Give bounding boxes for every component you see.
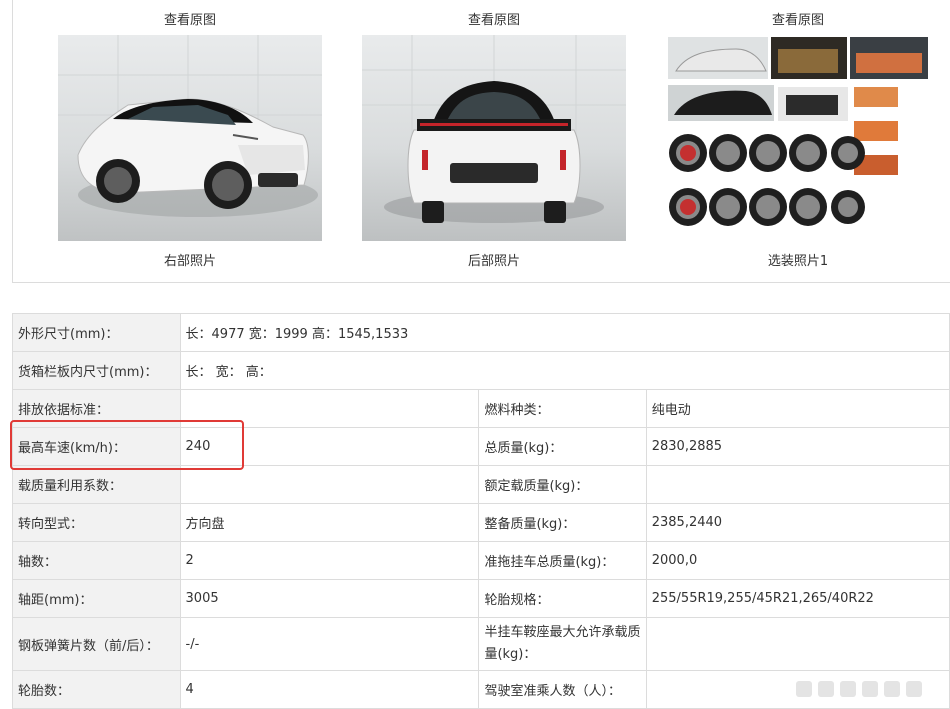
table-row: 轴数： 2 准拖挂车总质量(kg)： 2000,0 [12, 541, 950, 580]
view-original-link[interactable]: 查看原图 [58, 12, 322, 30]
gallery-item-optional: 查看原图 选装照片1 [666, 0, 930, 269]
spec-value: -/- [179, 617, 480, 671]
spec-label: 最高车速(km/h)： [12, 427, 181, 466]
spec-label: 半挂车鞍座最大允许承载质量(kg)： [478, 617, 647, 671]
spec-label: 准拖挂车总质量(kg)： [478, 541, 647, 580]
spec-value: 255/55R19,255/45R21,265/40R22 [645, 579, 950, 618]
view-original-link[interactable]: 查看原图 [666, 12, 930, 30]
gallery-item-rear: 查看原图 后部照片 [362, 0, 626, 269]
watermark [768, 674, 938, 704]
optional-equipment-photo[interactable] [666, 35, 930, 241]
spec-value: 240 [179, 427, 480, 466]
table-row: 外形尺寸(mm)： 长：4977 宽：1999 高：1545,1533 [12, 313, 950, 352]
spec-value [645, 617, 950, 671]
photo-caption: 选装照片1 [767, 254, 829, 269]
spec-value [179, 465, 480, 504]
spec-label: 燃料种类： [478, 389, 647, 428]
spec-label: 整备质量(kg)： [478, 503, 647, 542]
car-right-photo[interactable] [58, 35, 322, 241]
spec-label: 货箱栏板内尺寸(mm)： [12, 351, 181, 390]
table-row: 排放依据标准： 燃料种类： 纯电动 [12, 389, 950, 428]
photo-gallery: 查看原图 右部照片 查看原图 后部照片 查看原图 选装照片1 [12, 0, 950, 283]
spec-value: 2385,2440 [645, 503, 950, 542]
spec-label: 额定载质量(kg)： [478, 465, 647, 504]
spec-label: 排放依据标准： [12, 389, 181, 428]
spec-label: 轴数： [12, 541, 181, 580]
spec-label: 驾驶室准乘人数（人）： [478, 670, 647, 709]
table-row: 轴距(mm)： 3005 轮胎规格： 255/55R19,255/45R21,2… [12, 579, 950, 618]
table-row: 钢板弹簧片数（前/后）： -/- 半挂车鞍座最大允许承载质量(kg)： [12, 617, 950, 671]
photo-caption: 右部照片 [163, 254, 216, 269]
spec-value: 2830,2885 [645, 427, 950, 466]
spec-label: 轮胎规格： [478, 579, 647, 618]
table-row: 货箱栏板内尺寸(mm)： 长： 宽： 高： [12, 351, 950, 390]
spec-label: 外形尺寸(mm)： [12, 313, 181, 352]
spec-label: 载质量利用系数： [12, 465, 181, 504]
photo-caption: 后部照片 [467, 254, 520, 269]
spec-value: 方向盘 [179, 503, 480, 542]
spec-value [179, 389, 480, 428]
spec-label: 钢板弹簧片数（前/后）： [12, 617, 181, 671]
spec-value: 纯电动 [645, 389, 950, 428]
table-row: 转向型式： 方向盘 整备质量(kg)： 2385,2440 [12, 503, 950, 542]
spec-value: 长：4977 宽：1999 高：1545,1533 [179, 313, 950, 352]
spec-table: 外形尺寸(mm)： 长：4977 宽：1999 高：1545,1533 货箱栏板… [12, 313, 950, 709]
spec-value: 2000,0 [645, 541, 950, 580]
spec-value [645, 465, 950, 504]
spec-label: 轮胎数： [12, 670, 181, 709]
spec-value: 2 [179, 541, 480, 580]
view-original-link[interactable]: 查看原图 [362, 12, 626, 30]
spec-label: 轴距(mm)： [12, 579, 181, 618]
spec-value: 4 [179, 670, 480, 709]
spec-label: 转向型式： [12, 503, 181, 542]
spec-label-text: 半挂车鞍座最大允许承载质量(kg)： [484, 625, 641, 662]
table-row: 载质量利用系数： 额定载质量(kg)： [12, 465, 950, 504]
spec-label: 总质量(kg)： [478, 427, 647, 466]
spec-value: 3005 [179, 579, 480, 618]
table-row: 最高车速(km/h)： 240 总质量(kg)： 2830,2885 [12, 427, 950, 466]
car-rear-photo[interactable] [362, 35, 626, 241]
spec-value: 长： 宽： 高： [179, 351, 950, 390]
watermark-blur-icon [796, 681, 922, 697]
gallery-item-right: 查看原图 右部照片 [58, 0, 322, 269]
